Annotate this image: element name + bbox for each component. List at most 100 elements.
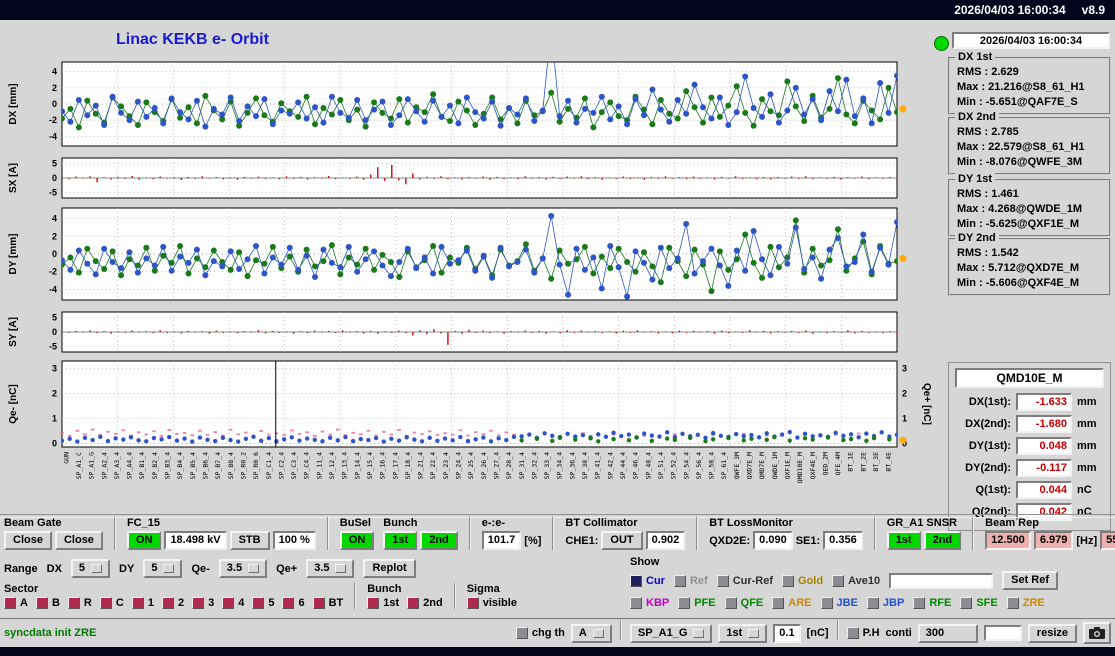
fc15-stb-button[interactable]: STB [229, 531, 270, 550]
show-option-checkbox[interactable]: Cur-Ref [716, 574, 774, 587]
svg-text:SP_41_4: SP_41_4 [594, 452, 602, 479]
show-region-checkbox[interactable]: JBP [866, 597, 904, 609]
checkbox-label: 5 [268, 597, 275, 609]
checkbox-indicator [846, 627, 859, 639]
status-message: syncdata init ZRE [4, 627, 97, 639]
che1-value-display: 0.902 [645, 531, 686, 550]
show-region-checkbox[interactable]: JBE [820, 597, 858, 609]
show-region-checkbox[interactable]: KBP [630, 597, 669, 609]
beam-gate-group: Beam Gate Close Close [4, 517, 103, 550]
svg-text:GUN: GUN [62, 452, 70, 464]
checkbox-indicator [820, 597, 833, 609]
sector-checkbox[interactable]: B [35, 597, 60, 609]
show-region-checkbox[interactable]: RFE [913, 597, 951, 609]
beam-gate-close-button-2[interactable]: Close [54, 531, 103, 550]
svg-text:SP_B4_4: SP_B4_4 [176, 452, 184, 479]
checkbox-label: JBE [836, 597, 858, 609]
bunch-checkbox[interactable]: 2nd [407, 597, 443, 609]
svg-text:SP_38_4: SP_38_4 [581, 452, 589, 479]
sector-checkbox[interactable]: 5 [252, 597, 274, 609]
show-option-checkbox[interactable]: Ref [673, 574, 708, 587]
gr-snsr-2nd-button[interactable]: 2nd [923, 531, 962, 550]
checkbox-label: P.H [862, 627, 880, 639]
stats-title: DX 2nd [955, 111, 999, 123]
show-options-line1: Cur Ref Cur-Ref Gold Ave10 [630, 574, 881, 587]
range-dy-select[interactable]: 5 [143, 559, 183, 578]
svg-text:-4: -4 [49, 131, 57, 141]
sector-checkbox[interactable]: 1 [131, 597, 154, 609]
set-ref-button[interactable]: Set Ref [1002, 571, 1059, 590]
checkbox-indicator [678, 597, 691, 609]
sector-checkbox[interactable]: 4 [222, 597, 244, 609]
svg-text:SP_15_4: SP_15_4 [366, 452, 374, 479]
svg-text:QFE_4M: QFE_4M [834, 452, 842, 476]
svg-text:-5: -5 [49, 341, 57, 351]
range-dy-label: DY [119, 562, 135, 575]
show-region-checkbox[interactable]: QFE [724, 597, 763, 609]
sector-checkbox[interactable]: C [99, 597, 124, 609]
show-region-checkbox[interactable]: ARE [772, 597, 812, 609]
sector-checkbox[interactable]: 6 [282, 597, 305, 609]
app-window: 2026/04/03 16:00:34 v8.9 Linac KEKB e- O… [0, 0, 1115, 656]
show-option-checkbox[interactable]: Ave10 [832, 574, 881, 587]
fc15-on-button[interactable]: ON [126, 531, 162, 550]
bunch-1st-select[interactable]: 1st [718, 623, 768, 643]
qmd-title: QMD10E_M [955, 368, 1104, 388]
vertical-separator [326, 517, 329, 550]
resize-button[interactable]: resize [1027, 623, 1077, 643]
camera-button[interactable] [1083, 622, 1111, 644]
range-dx-select[interactable]: 5 [70, 559, 111, 578]
show-region-checkbox[interactable]: SFE [960, 597, 998, 609]
vertical-separator [972, 517, 975, 550]
sigma-checkboxes: visible [466, 597, 517, 609]
dropdown-mark-icon [163, 564, 175, 573]
ee-ratio-group: e-:e- 101.7 [%] [481, 517, 541, 550]
bunch-1st-button[interactable]: 1st [383, 531, 418, 550]
sector-checkbox[interactable]: 2 [161, 597, 184, 609]
range-qem-select[interactable]: 3.5 [218, 559, 268, 578]
show-option-checkbox[interactable]: Gold [782, 574, 823, 587]
svg-text:SP_B6_4: SP_B6_4 [201, 452, 209, 479]
interval-box[interactable]: 300 [917, 623, 978, 643]
qmd-row-value: -0.117 [1016, 459, 1072, 477]
sp-device-select[interactable]: SP_A1_G [629, 623, 713, 643]
svg-text:SP_27_4: SP_27_4 [492, 452, 500, 479]
replot-button[interactable]: Replot [363, 559, 416, 578]
sector-a-select[interactable]: A [570, 623, 612, 643]
chg-th-checkbox[interactable]: chg th [515, 627, 565, 639]
range-qep-label: Qe+ [276, 562, 298, 575]
bunch-checkbox[interactable]: 1st [367, 597, 399, 609]
sector-checkbox[interactable]: A [4, 597, 28, 609]
fc15-percent-display: 100 % [272, 531, 316, 550]
sector-checkbox[interactable]: BT [312, 597, 343, 609]
sector-checkbox[interactable]: 3 [192, 597, 214, 609]
stats-dy-2nd: DY 2nd RMS : 1.542 Max : 5.712@QXD7E_M M… [948, 232, 1111, 296]
range-dx-value: 5 [78, 562, 86, 574]
range-qep-select[interactable]: 3.5 [306, 559, 355, 578]
che1-out-button[interactable]: OUT [601, 531, 643, 550]
sigma-label: Sigma [466, 583, 500, 595]
sigma-visible-checkbox[interactable]: visible [466, 597, 517, 609]
show-option-checkbox[interactable]: Cur [630, 574, 665, 587]
ph-checkbox[interactable]: P.H [846, 627, 880, 639]
dropdown-mark-icon [335, 564, 347, 573]
beam-gate-close-button-1[interactable]: Close [4, 531, 52, 550]
checkbox-label: Ave10 [848, 574, 881, 587]
set-ref-input[interactable] [889, 572, 994, 589]
checkbox-label: Cur-Ref [732, 574, 774, 587]
svg-text:SP_13_4: SP_13_4 [341, 452, 349, 479]
bunch-2nd-button[interactable]: 2nd [420, 531, 458, 550]
show-region-checkbox[interactable]: PFE [678, 597, 716, 609]
busel-on-button[interactable]: ON [339, 531, 375, 550]
stats-min: Min : -8.076@QWFE_3M [957, 156, 1083, 168]
bottom-entry-input[interactable] [983, 625, 1022, 641]
stats-rms: RMS : 2.629 [957, 66, 1019, 78]
threshold-unit: [nC] [806, 627, 829, 639]
vertical-separator [113, 517, 116, 550]
checkbox-indicator [673, 574, 686, 587]
gr-snsr-1st-button[interactable]: 1st [886, 531, 921, 550]
bunch-select-group: Bunch 1st 2nd [383, 517, 458, 550]
show-region-checkbox[interactable]: ZRE [1006, 597, 1045, 609]
checkbox-label: ARE [788, 597, 812, 609]
sector-checkbox[interactable]: R [67, 597, 92, 609]
